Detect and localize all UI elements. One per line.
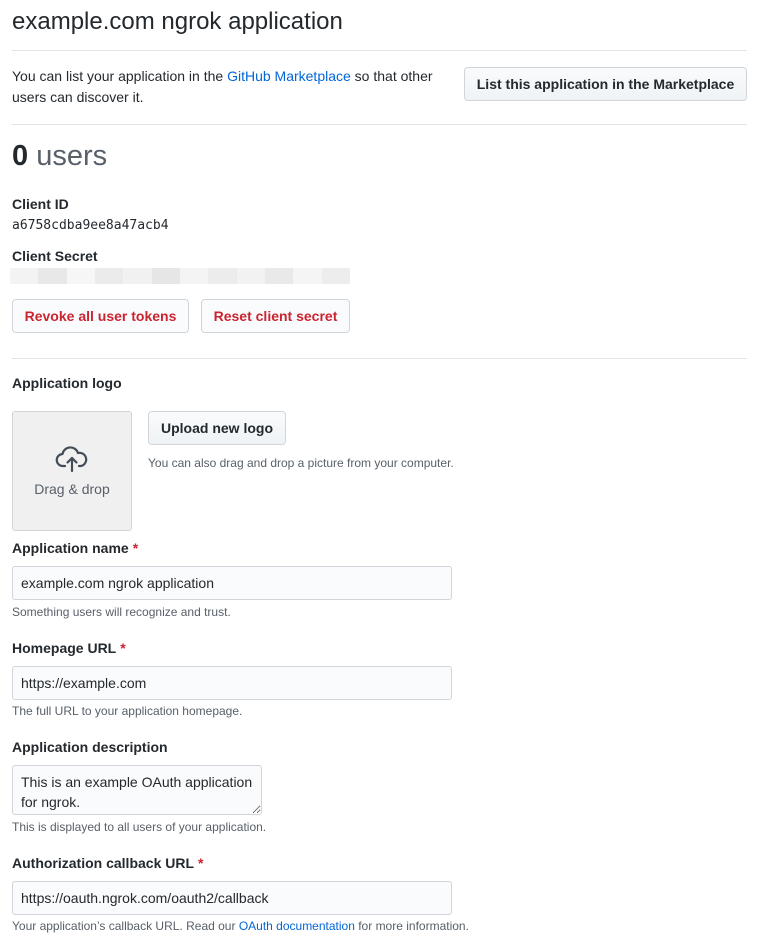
dropzone-text: Drag & drop: [34, 481, 110, 497]
cloud-upload-icon: [55, 445, 89, 475]
callback-url-input[interactable]: [12, 881, 452, 915]
client-secret-label: Client Secret: [12, 248, 98, 264]
application-description-label: Application description: [12, 739, 168, 755]
application-description-note: This is displayed to all users of your a…: [12, 820, 267, 834]
users-label: users: [28, 140, 108, 172]
application-name-input[interactable]: [12, 566, 452, 600]
divider: [12, 124, 747, 125]
homepage-url-input[interactable]: [12, 666, 452, 700]
client-id-value: a6758cdba9ee8a47acb4: [12, 218, 169, 233]
application-logo-label: Application logo: [12, 375, 122, 391]
application-name-label-text: Application name: [12, 540, 129, 556]
oauth-documentation-link[interactable]: OAuth documentation: [239, 919, 355, 933]
required-marker: *: [120, 640, 126, 656]
required-marker: *: [198, 855, 204, 871]
callback-url-label-text: Authorization callback URL: [12, 855, 195, 871]
users-count-heading: 0 users: [12, 140, 107, 173]
callback-note-after: for more information.: [354, 919, 469, 933]
list-in-marketplace-button[interactable]: List this application in the Marketplace: [464, 67, 747, 101]
client-secret-redacted: [10, 268, 350, 284]
homepage-url-note: The full URL to your application homepag…: [12, 704, 243, 718]
users-count: 0: [12, 140, 29, 172]
marketplace-text: You can list your application in the Git…: [12, 66, 452, 108]
homepage-url-label-text: Homepage URL: [12, 640, 117, 656]
revoke-all-user-tokens-button[interactable]: Revoke all user tokens: [12, 299, 189, 333]
required-marker: *: [132, 540, 139, 556]
callback-note-before: Your application’s callback URL. Read ou…: [12, 919, 239, 933]
logo-dropzone[interactable]: Drag & drop: [12, 411, 132, 531]
application-description-textarea[interactable]: This is an example OAuth application for…: [12, 765, 262, 815]
callback-url-label: Authorization callback URL *: [12, 855, 203, 871]
page-title: example.com ngrok application: [12, 8, 343, 35]
divider: [12, 50, 747, 51]
logo-note: You can also drag and drop a picture fro…: [148, 456, 454, 470]
divider: [12, 358, 747, 359]
upload-new-logo-button[interactable]: Upload new logo: [148, 411, 286, 445]
homepage-url-label: Homepage URL *: [12, 640, 126, 656]
reset-client-secret-button[interactable]: Reset client secret: [201, 299, 350, 333]
application-name-note: Something users will recognize and trust…: [12, 605, 231, 619]
github-marketplace-link[interactable]: GitHub Marketplace: [227, 68, 351, 84]
callback-url-note: Your application’s callback URL. Read ou…: [12, 919, 469, 933]
application-name-label: Application name *: [12, 540, 138, 556]
client-id-label: Client ID: [12, 196, 69, 212]
marketplace-text-before: You can list your application in the: [12, 68, 228, 84]
